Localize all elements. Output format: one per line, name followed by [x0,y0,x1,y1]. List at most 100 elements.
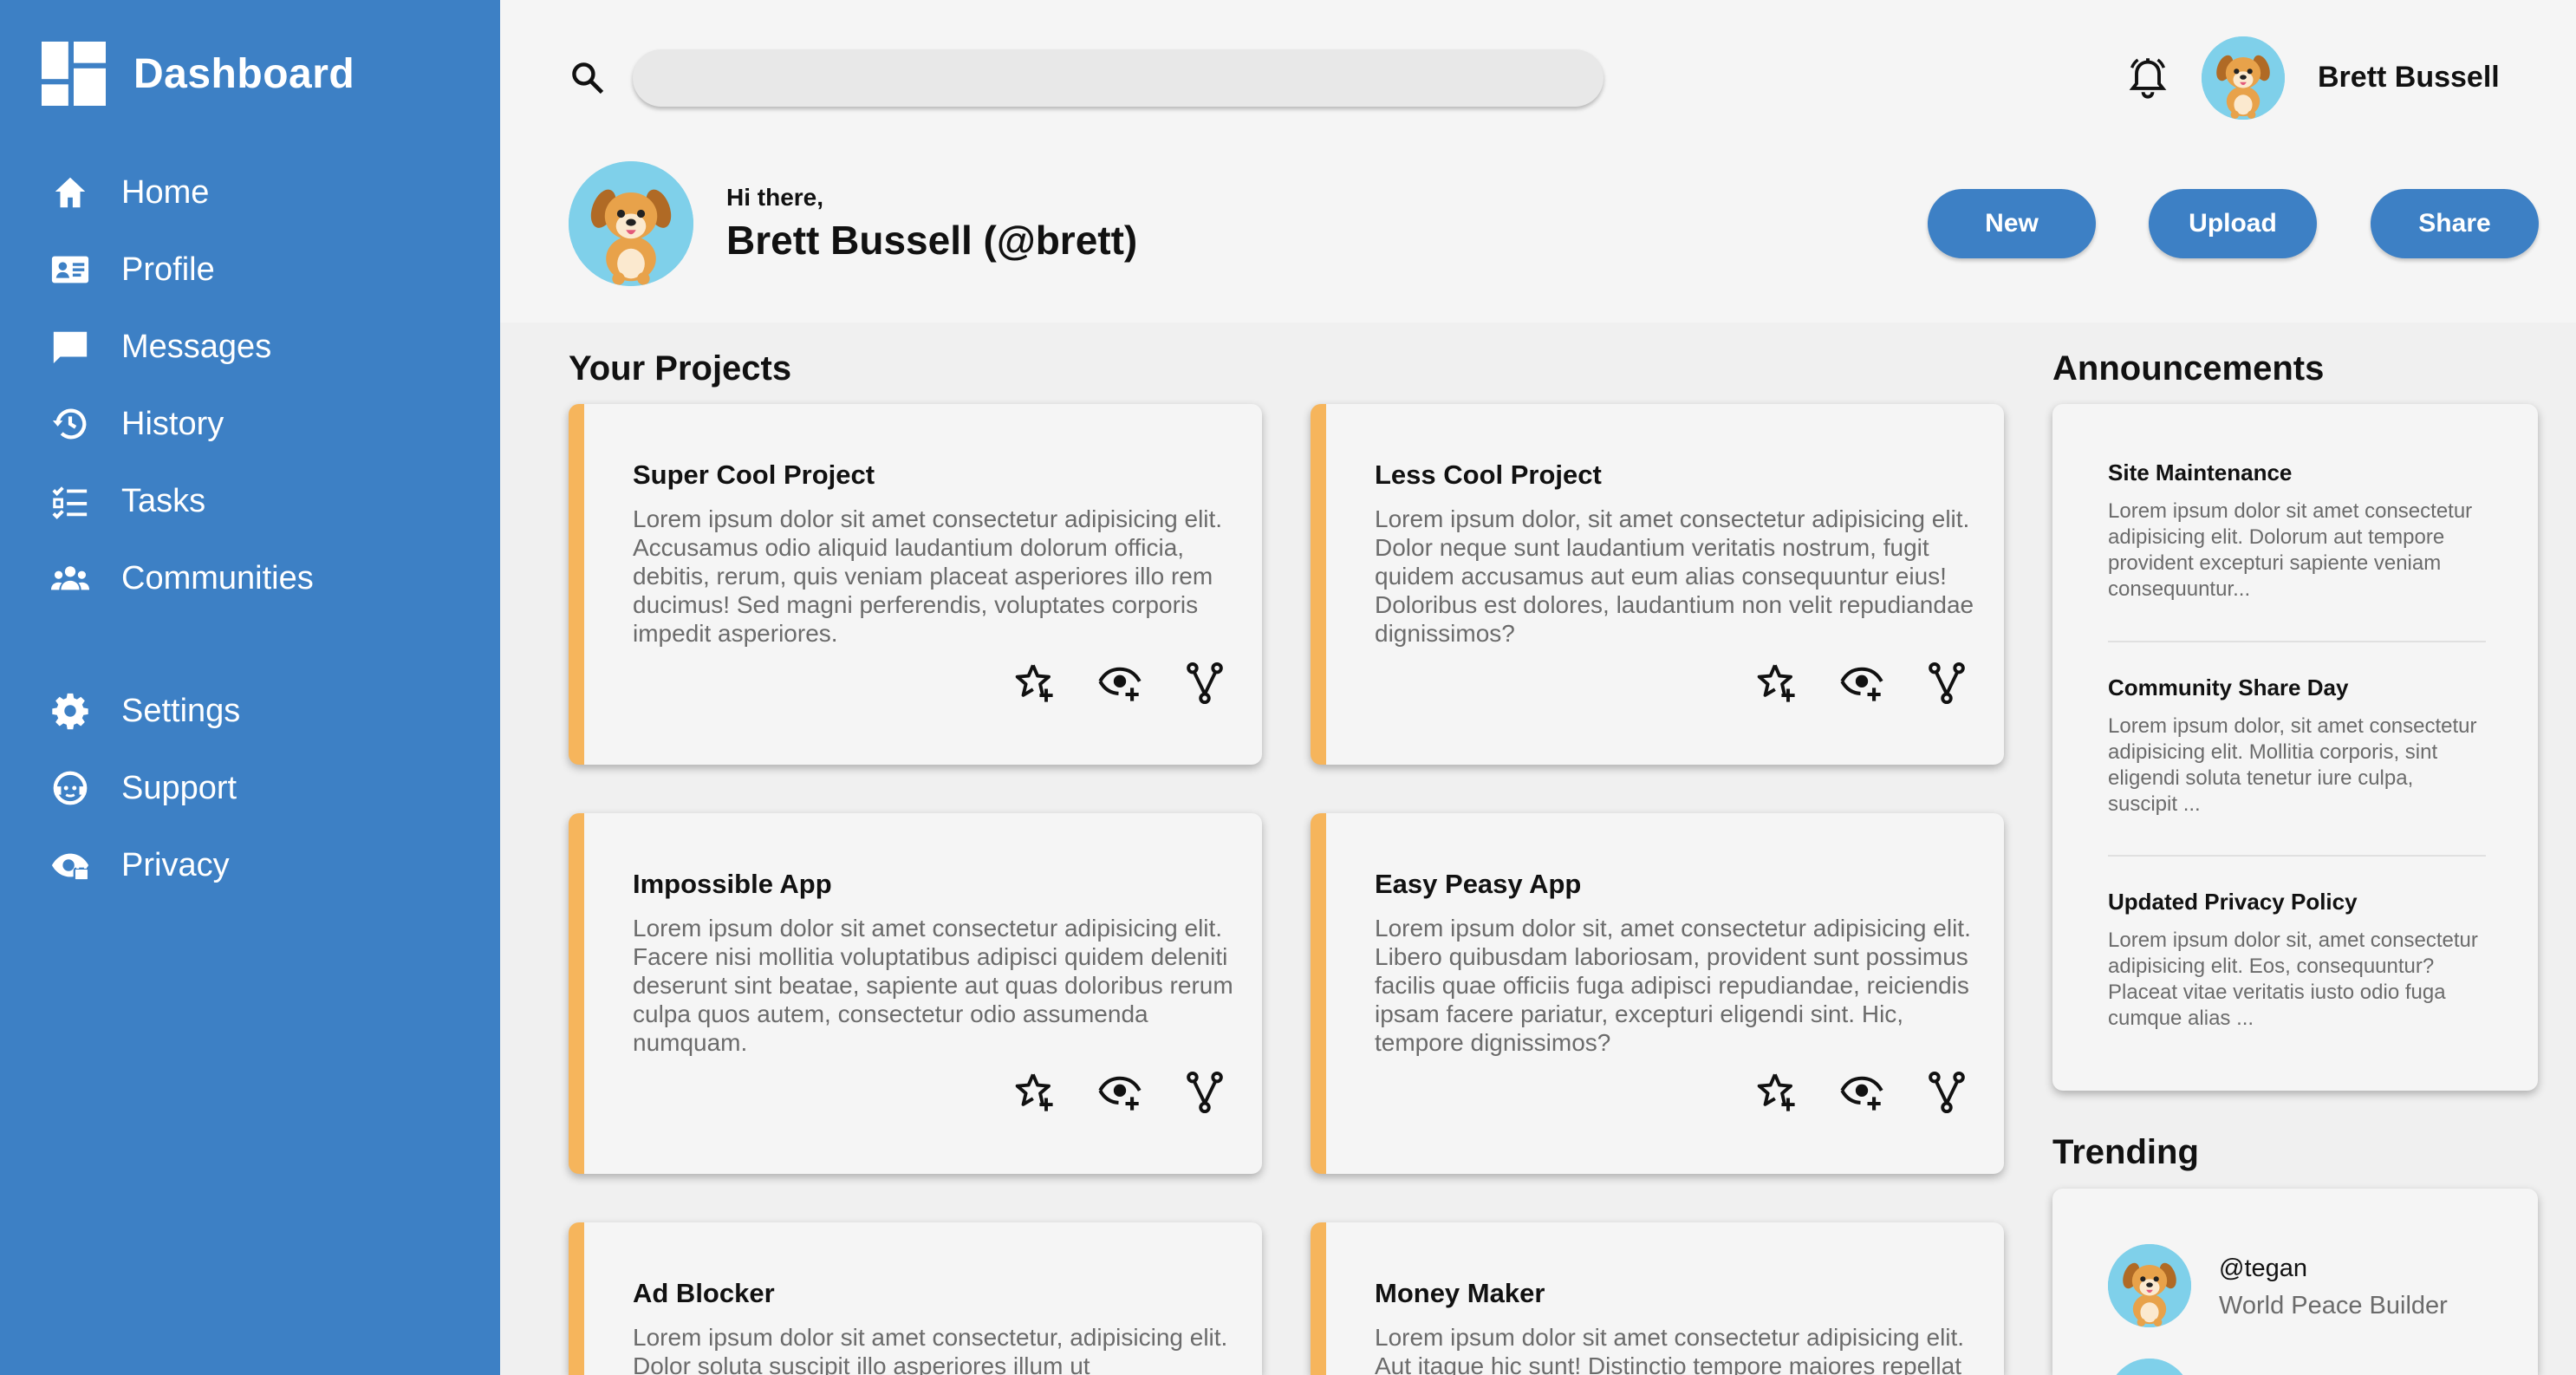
project-title: Impossible App [633,869,832,899]
people-icon [50,566,90,590]
trending-panel: @tegan World Peace Builder [2052,1189,2538,1375]
trending-handle[interactable]: @tegan [2219,1254,2307,1283]
announcements-panel: Site Maintenance Lorem ipsum dolor sit a… [2052,404,2538,1091]
project-description: Lorem ipsum dolor sit amet consectetur a… [1375,1324,1965,1375]
divider [2108,641,2486,642]
sidebar-item-support[interactable]: Support [50,762,237,814]
project-actions [1754,1070,1969,1115]
announcement-body: Lorem ipsum dolor sit amet consectetur a… [2108,499,2473,601]
sidebar-item-communities[interactable]: Communities [50,552,314,604]
project-title: Super Cool Project [633,459,875,490]
chat-icon [53,331,88,364]
greeting: Hi there, [726,184,824,211]
project-actions [1012,661,1227,706]
share-button[interactable]: Share [2371,189,2539,258]
brand[interactable]: Dashboard [42,42,355,106]
announcement-body: Lorem ipsum dolor, sit amet consectetur … [2108,714,2477,816]
sidebar-item-label: History [121,405,224,442]
bell-icon[interactable] [2125,55,2170,101]
project-description: Lorem ipsum dolor, sit amet consectetur … [1375,505,1974,647]
project-card[interactable]: Ad Blocker Lorem ipsum dolor sit amet co… [569,1222,1262,1375]
fork-icon[interactable] [1924,1070,1969,1115]
support-icon [53,771,88,805]
sidebar-item-history[interactable]: History [50,398,224,450]
project-title: Less Cool Project [1375,459,1602,490]
project-title: Easy Peasy App [1375,869,1582,899]
dog-avatar-icon [2108,1244,2191,1327]
sidebar-item-label: Privacy [121,846,230,883]
id-card-icon [51,256,89,283]
checklist-icon [52,486,88,519]
trending-title: Trending [2052,1133,2199,1171]
avatar[interactable] [2202,36,2285,120]
project-card[interactable]: Less Cool Project Lorem ipsum dolor, sit… [1311,404,2004,765]
profile-avatar [569,161,693,286]
announcement-item[interactable]: Community Share Day Lorem ipsum dolor, s… [2108,674,2486,818]
dog-avatar-icon [2108,1359,2191,1375]
project-card[interactable]: Super Cool Project Lorem ipsum dolor sit… [569,404,1262,765]
sidebar-item-label: Support [121,769,237,806]
project-actions [1754,661,1969,706]
star-add-icon[interactable] [1754,661,1799,706]
sidebar-item-label: Profile [121,251,215,288]
star-add-icon[interactable] [1754,1070,1799,1115]
announcement-item[interactable]: Site Maintenance Lorem ipsum dolor sit a… [2108,459,2486,603]
projects-title: Your Projects [569,349,792,388]
project-title: Ad Blocker [633,1278,775,1308]
project-card[interactable]: Impossible App Lorem ipsum dolor sit ame… [569,813,1262,1174]
star-add-icon[interactable] [1012,661,1057,706]
fork-icon[interactable] [1182,1070,1227,1115]
announcement-title: Updated Privacy Policy [2108,889,2358,915]
project-card[interactable]: Money Maker Lorem ipsum dolor sit amet c… [1311,1222,2004,1375]
sidebar-item-label: Communities [121,559,314,596]
user-display-name: Brett Bussell (@brett) [726,218,1138,263]
sidebar-item-label: Settings [121,692,241,729]
search-icon[interactable] [569,59,607,97]
sidebar-item-privacy[interactable]: Privacy [50,839,230,891]
sidebar-item-home[interactable]: Home [50,166,209,218]
dashboard-logo-icon [42,42,106,106]
eye-add-icon[interactable] [1839,1070,1884,1115]
app-title: Dashboard [133,50,355,97]
privacy-icon [51,853,90,882]
sidebar: Dashboard Home Profile Messages History … [0,0,500,1375]
star-add-icon[interactable] [1012,1070,1057,1115]
eye-add-icon[interactable] [1839,661,1884,706]
sidebar-item-label: Tasks [121,482,206,519]
project-description: Lorem ipsum dolor sit amet consectetur a… [633,505,1223,647]
eye-add-icon[interactable] [1097,1070,1142,1115]
announcements-title: Announcements [2052,349,2325,388]
home-icon [55,177,86,208]
announcement-title: Site Maintenance [2108,459,2293,485]
dog-avatar-icon [569,161,693,286]
project-card[interactable]: Easy Peasy App Lorem ipsum dolor sit, am… [1311,813,2004,1174]
trending-avatar[interactable] [2108,1359,2191,1375]
announcement-item[interactable]: Updated Privacy Policy Lorem ipsum dolor… [2108,889,2486,1032]
upload-button[interactable]: Upload [2149,189,2317,258]
fork-icon[interactable] [1924,661,1969,706]
header-username[interactable]: Brett Bussell [2318,61,2500,94]
sidebar-item-label: Messages [121,328,272,365]
project-actions [1012,1070,1227,1115]
eye-add-icon[interactable] [1097,661,1142,706]
search-input[interactable] [633,49,1603,107]
project-title: Money Maker [1375,1278,1545,1308]
project-description: Lorem ipsum dolor sit, amet consectetur … [1375,915,1971,1056]
divider [2108,855,2486,857]
sidebar-item-settings[interactable]: Settings [50,685,240,737]
sidebar-item-profile[interactable]: Profile [50,244,215,296]
trending-avatar[interactable] [2108,1244,2191,1327]
sidebar-item-tasks[interactable]: Tasks [50,475,205,527]
dog-avatar-icon [2202,36,2285,120]
fork-icon[interactable] [1182,661,1227,706]
announcement-body: Lorem ipsum dolor sit, amet consectetur … [2108,929,2478,1030]
announcement-title: Community Share Day [2108,674,2349,701]
new-button[interactable]: New [1928,189,2096,258]
gear-icon [52,693,88,730]
history-icon [52,408,87,440]
project-description: Lorem ipsum dolor sit amet consectetur, … [633,1324,1228,1375]
project-description: Lorem ipsum dolor sit amet consectetur a… [633,915,1233,1056]
trending-subtitle: World Peace Builder [2219,1292,2448,1320]
sidebar-item-messages[interactable]: Messages [50,321,271,373]
sidebar-item-label: Home [121,173,210,211]
